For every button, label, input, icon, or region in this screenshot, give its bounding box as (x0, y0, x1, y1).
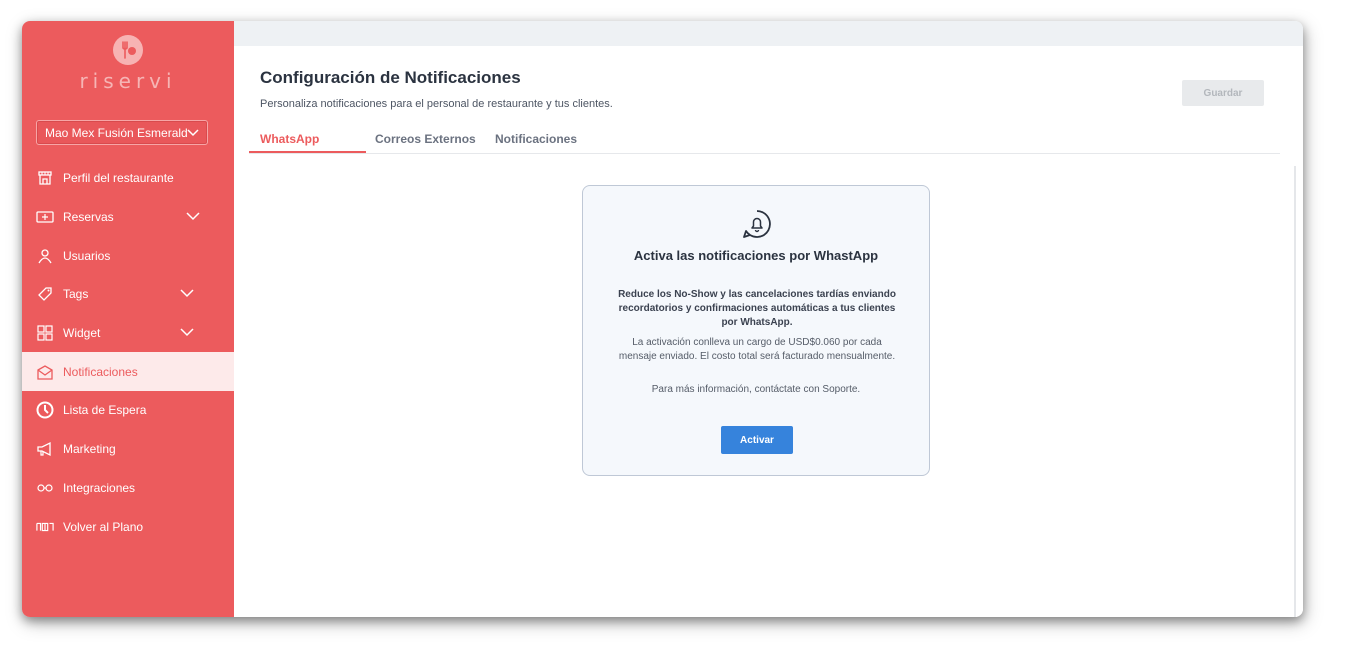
sidebar-item-lista-espera[interactable]: Lista de Espera (22, 391, 234, 430)
restaurant-select-value: Mao Mex Fusión Esmerald (45, 126, 188, 140)
scrollbar[interactable] (1294, 166, 1296, 617)
sidebar-nav: Perfil del restaurante Reservas Usuarios (22, 159, 234, 546)
tab-correos-externos[interactable]: Correos Externos (375, 132, 476, 146)
whatsapp-bell-icon (741, 208, 773, 245)
card-description: Reduce los No-Show y las cancelaciones t… (618, 289, 896, 328)
sidebar-item-usuarios[interactable]: Usuarios (22, 236, 234, 275)
sidebar-item-label: Integraciones (63, 480, 136, 495)
sidebar-item-volver-plano[interactable]: Volver al Plano (22, 507, 234, 546)
page-title: Configuración de Notificaciones (260, 68, 521, 87)
page-subtitle: Personaliza notificaciones para el perso… (260, 98, 613, 110)
sidebar-item-label: Lista de Espera (63, 403, 147, 418)
sidebar-item-marketing[interactable]: Marketing (22, 430, 234, 469)
sidebar-item-reservas[interactable]: Reservas (22, 198, 234, 237)
megaphone-icon (36, 440, 54, 458)
tab-whatsapp[interactable]: WhatsApp (260, 132, 319, 146)
sidebar-item-label: Perfil del restaurante (63, 171, 174, 186)
clock-icon (36, 401, 54, 419)
sidebar-item-label: Reservas (63, 210, 114, 225)
sidebar-item-notificaciones[interactable]: Notificaciones (22, 352, 234, 392)
mail-icon (36, 363, 54, 381)
floor-plan-icon (36, 518, 54, 536)
sidebar-item-label: Notificaciones (63, 364, 138, 379)
fork-logo-icon (113, 35, 143, 65)
sidebar: riservi Mao Mex Fusión Esmerald Perfil d… (22, 21, 234, 617)
sidebar-item-integraciones[interactable]: Integraciones (22, 469, 234, 508)
restaurant-select[interactable]: Mao Mex Fusión Esmerald (36, 120, 208, 145)
sidebar-item-tags[interactable]: Tags (22, 275, 234, 314)
integrations-icon (36, 479, 54, 497)
tag-icon (36, 285, 54, 303)
card-support-note: Para más información, contáctate con Sop… (651, 384, 861, 395)
chevron-down-icon[interactable] (180, 287, 194, 301)
user-icon (36, 247, 54, 265)
save-button[interactable]: Guardar (1182, 80, 1264, 106)
chevron-down-icon[interactable] (180, 326, 194, 340)
top-bar (234, 21, 1303, 46)
storefront-icon (36, 169, 54, 187)
widget-grid-icon (36, 324, 54, 342)
sidebar-item-label: Marketing (63, 442, 116, 457)
activate-button[interactable]: Activar (721, 426, 793, 454)
chevron-down-icon[interactable] (186, 210, 200, 224)
brand-name: riservi (79, 69, 177, 93)
card-title: Activa las notificaciones por WhastApp (633, 248, 879, 263)
sidebar-item-label: Usuarios (63, 248, 111, 263)
sidebar-item-perfil[interactable]: Perfil del restaurante (22, 159, 234, 198)
chevron-down-icon (187, 121, 199, 144)
main-content: Configuración de Notificaciones Personal… (234, 46, 1303, 617)
sidebar-item-label: Volver al Plano (63, 519, 144, 534)
reservations-icon (36, 208, 54, 226)
app-window: riservi Mao Mex Fusión Esmerald Perfil d… (22, 21, 1303, 617)
active-tab-indicator (249, 151, 366, 153)
sidebar-item-label: Tags (63, 287, 89, 302)
sidebar-item-label: Widget (63, 326, 101, 341)
whatsapp-activation-card: Activa las notificaciones por WhastApp R… (582, 185, 930, 476)
card-cost-note: La activación conlleva un cargo de USD$0… (618, 337, 896, 362)
tab-notificaciones[interactable]: Notificaciones (495, 132, 577, 146)
brand-logo[interactable]: riservi (22, 35, 234, 93)
tab-bar: WhatsApp Correos Externos Notificaciones (249, 126, 1280, 154)
sidebar-item-widget[interactable]: Widget (22, 314, 234, 353)
